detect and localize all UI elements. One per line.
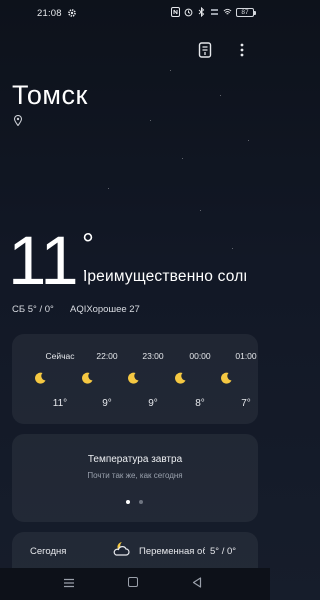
status-bar: 21:08 87 (0, 0, 270, 24)
moon-icon (175, 372, 186, 384)
moon-icon (82, 372, 93, 384)
star (182, 158, 183, 159)
star (248, 140, 249, 141)
page-indicator-dot (139, 500, 143, 504)
nfc-icon (171, 7, 180, 17)
hour-time: 00:00 (189, 351, 211, 361)
daily-temp-range: 5° / 0° (210, 546, 237, 557)
tomorrow-subtitle: Почти так же, как сегодня (87, 471, 183, 480)
network-speed-icon (211, 9, 218, 15)
hour-time: Сейчас (45, 351, 75, 361)
daily-forecast-row-today[interactable]: Сегодня Переменная облачность 5° / 0° (12, 532, 258, 568)
battery-icon: 87 (236, 7, 256, 17)
current-condition: Преимущественно солнечно (84, 268, 246, 285)
day-temp-range: СБ 5° / 0° (12, 304, 54, 315)
star (200, 210, 201, 211)
star (232, 248, 233, 249)
hour-temperature: 11° (52, 398, 68, 409)
daily-day-label: Сегодня (30, 546, 67, 557)
home-icon[interactable] (128, 577, 138, 587)
hour-temperature: 9° (148, 398, 158, 409)
star (108, 188, 109, 189)
location-pin-icon (14, 115, 22, 126)
hour-time: 23:00 (142, 351, 164, 361)
tomorrow-title: Температура завтра (87, 454, 183, 465)
hour-temperature: 9° (102, 398, 112, 409)
tomorrow-temperature-card[interactable]: Температура завтра Почти так же, как сег… (12, 434, 258, 522)
aqi-indicator[interactable]: AQIХорошее 27 (70, 304, 140, 315)
moon-icon (221, 372, 232, 384)
hourly-forecast-card[interactable]: Сейчас 11° 22:00 9° 23:00 9° 00:00 8° 01… (12, 334, 258, 424)
wifi-icon (223, 8, 232, 15)
hour-temperature: 8° (195, 398, 205, 409)
manage-locations-icon[interactable] (198, 42, 212, 58)
navigation-bar (0, 568, 270, 600)
hour-temperature: 7° (241, 398, 251, 409)
status-icons: 87 (171, 7, 256, 17)
partly-cloudy-night-icon (113, 542, 130, 556)
current-temperature: 11 (8, 222, 79, 299)
page-indicator-dot-active (126, 500, 130, 504)
moon-icon (128, 372, 139, 384)
alarm-icon (184, 8, 193, 17)
more-options-icon[interactable] (238, 42, 246, 58)
city-name[interactable]: Томск (12, 80, 88, 111)
status-time: 21:08 (37, 8, 62, 19)
condition-marquee: Преимущественно солнечно (84, 268, 246, 290)
star (150, 120, 151, 121)
gear-icon (68, 9, 76, 17)
bluetooth-icon (198, 7, 205, 17)
daily-condition: Переменная облачность (139, 546, 205, 557)
star (170, 70, 171, 71)
degree-symbol: ° (82, 228, 94, 261)
hour-time: 22:00 (96, 351, 118, 361)
menu-icon[interactable] (63, 578, 75, 588)
moon-icon (35, 372, 46, 384)
back-icon[interactable] (192, 577, 202, 588)
star (220, 95, 221, 96)
hour-time: 01:00 (235, 351, 257, 361)
